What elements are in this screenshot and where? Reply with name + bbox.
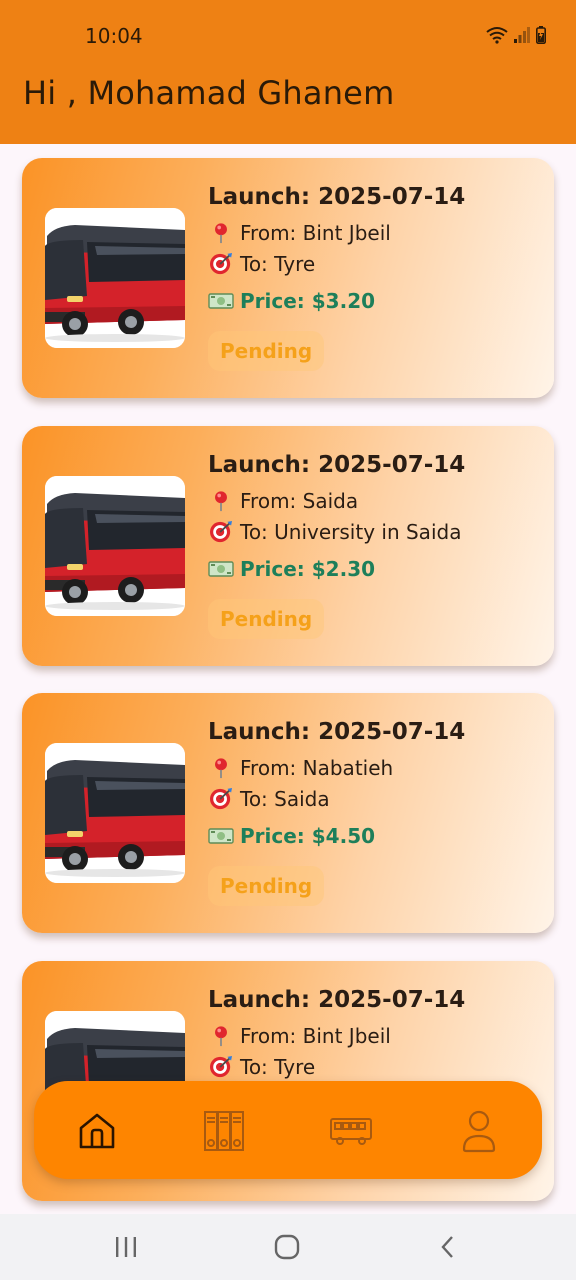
- home-icon: [79, 1113, 115, 1149]
- price-row: Price: $3.20: [208, 289, 540, 313]
- home-button[interactable]: [272, 1232, 302, 1262]
- wifi-icon: [486, 27, 508, 44]
- launch-date: Launch: 2025-07-14: [208, 184, 466, 210]
- launch-date: Launch: 2025-07-14: [208, 719, 466, 745]
- price: Price: $2.30: [240, 557, 376, 581]
- from-row: From: Nabatieh: [208, 756, 540, 780]
- pushpin-icon: [215, 491, 227, 512]
- price: Price: $4.50: [240, 824, 376, 848]
- banknote-icon: [208, 828, 234, 844]
- launch-date: Launch: 2025-07-14: [208, 987, 466, 1013]
- from-row: From: Bint Jbeil: [208, 221, 540, 245]
- target-icon: [210, 253, 232, 275]
- bus-photo: [45, 476, 185, 616]
- trip-info: Launch: 2025-07-14 From: Saida To: Unive…: [208, 452, 540, 639]
- status-time: 10:04: [85, 24, 143, 48]
- banknote-icon: [208, 561, 234, 577]
- recents-icon: [116, 1237, 136, 1257]
- from-location: From: Nabatieh: [240, 756, 394, 780]
- price-row: Price: $4.50: [208, 824, 540, 848]
- trip-card[interactable]: Launch: 2025-07-14 From: Nabatieh To: Sa…: [22, 693, 554, 933]
- app-header: 10:04 Hi , Mohamad Ghanem: [0, 0, 576, 144]
- from-row: From: Bint Jbeil: [208, 1024, 540, 1048]
- nav-profile[interactable]: [456, 1108, 502, 1154]
- battery-icon: [536, 26, 546, 44]
- to-row: To: Tyre: [208, 252, 540, 276]
- trip-list[interactable]: Launch: 2025-07-14 From: Bint Jbeil To:: [0, 144, 576, 1214]
- trip-info: Launch: 2025-07-14 From: Nabatieh To: Sa…: [208, 719, 540, 906]
- to-location: To: Tyre: [240, 252, 316, 276]
- back-button[interactable]: [433, 1232, 463, 1262]
- status-badge: Pending: [208, 331, 325, 371]
- price-row: Price: $2.30: [208, 557, 540, 581]
- from-location: From: Saida: [240, 489, 359, 513]
- recents-button[interactable]: [111, 1232, 141, 1262]
- status-badge: Pending: [208, 599, 325, 639]
- profile-icon: [462, 1110, 496, 1153]
- nav-home[interactable]: [74, 1108, 120, 1154]
- trip-card[interactable]: Launch: 2025-07-14 From: Saida To: Unive…: [22, 426, 554, 666]
- target-icon: [210, 1056, 232, 1078]
- price: Price: $3.20: [240, 289, 376, 313]
- bus-photo: [45, 208, 185, 348]
- bus-photo: [45, 743, 185, 883]
- signal-icon: [514, 27, 530, 43]
- lockers-icon: [204, 1111, 244, 1151]
- to-row: To: University in Saida: [208, 520, 540, 544]
- to-row: To: Saida: [208, 787, 540, 811]
- nav-lockers[interactable]: [201, 1108, 247, 1154]
- to-location: To: University in Saida: [240, 520, 462, 544]
- nav-bus[interactable]: [328, 1108, 374, 1154]
- launch-date: Launch: 2025-07-14: [208, 452, 466, 478]
- pushpin-icon: [215, 1026, 227, 1047]
- greeting-title: Hi , Mohamad Ghanem: [23, 74, 395, 112]
- status-badge: Pending: [208, 866, 325, 906]
- trip-info: Launch: 2025-07-14 From: Bint Jbeil To:: [208, 184, 540, 371]
- banknote-icon: [208, 293, 234, 309]
- bottom-nav: [34, 1081, 542, 1179]
- from-location: From: Bint Jbeil: [240, 221, 391, 245]
- trip-card[interactable]: Launch: 2025-07-14 From: Bint Jbeil To:: [22, 158, 554, 398]
- pushpin-icon: [215, 758, 227, 779]
- from-row: From: Saida: [208, 489, 540, 513]
- target-icon: [210, 521, 232, 543]
- from-location: From: Bint Jbeil: [240, 1024, 391, 1048]
- back-icon: [441, 1236, 453, 1258]
- system-navigation-bar: [0, 1214, 576, 1280]
- status-icons: [486, 24, 546, 46]
- to-location: To: Saida: [240, 787, 330, 811]
- bus-icon: [330, 1118, 372, 1145]
- to-location: To: Tyre: [240, 1055, 316, 1079]
- to-row: To: Tyre: [208, 1055, 540, 1079]
- home-circle-icon: [274, 1234, 300, 1260]
- pushpin-icon: [215, 223, 227, 244]
- target-icon: [210, 788, 232, 810]
